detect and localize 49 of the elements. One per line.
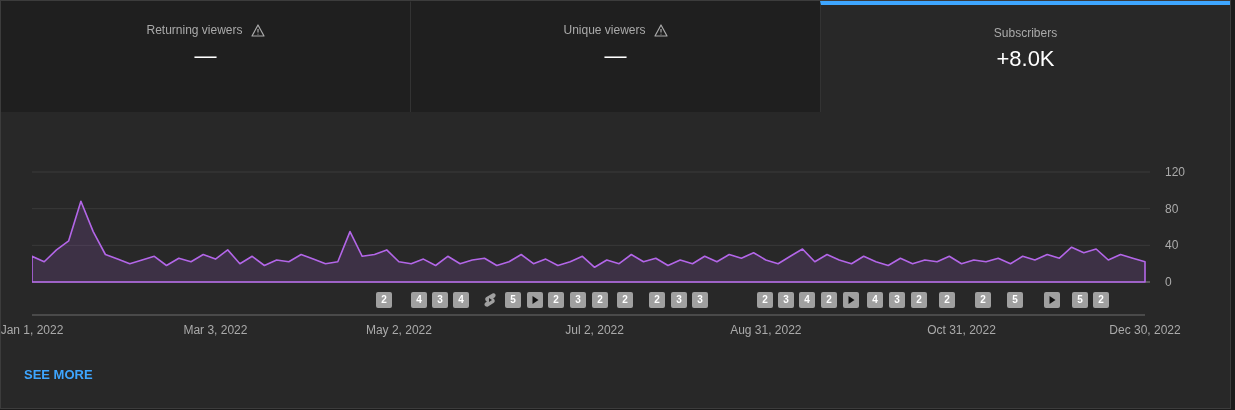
play-icon[interactable] (843, 292, 859, 308)
count-badge[interactable]: 3 (570, 292, 586, 308)
metric-tab[interactable]: Subscribers +8.0K (820, 1, 1230, 112)
count-badge[interactable]: 2 (649, 292, 665, 308)
count-badge[interactable]: 2 (911, 292, 927, 308)
metric-tab[interactable]: Unique viewers — (410, 1, 820, 112)
metric-tab[interactable]: Returning viewers — (1, 1, 410, 112)
count-badge[interactable]: 3 (432, 292, 448, 308)
count-badge[interactable]: 4 (867, 292, 883, 308)
play-icon[interactable] (1044, 292, 1060, 308)
count-badge[interactable]: 2 (975, 292, 991, 308)
count-badge[interactable]: 4 (411, 292, 427, 308)
metric-value: — (604, 42, 627, 70)
count-badge[interactable]: 3 (692, 292, 708, 308)
count-badge[interactable]: 3 (671, 292, 687, 308)
y-tick-label: 0 (1165, 275, 1172, 288)
count-badge[interactable]: 4 (799, 292, 815, 308)
metric-value: — (194, 42, 217, 70)
y-tick-label: 120 (1165, 165, 1186, 179)
x-tick-label: Jan 1, 2022 (0, 322, 64, 339)
x-tick-label: May 2, 2022 (365, 322, 432, 339)
count-badge[interactable]: 2 (1093, 292, 1109, 308)
count-badge[interactable]: 5 (505, 292, 521, 308)
y-tick-label: 80 (1165, 201, 1179, 216)
count-badge[interactable]: 2 (617, 292, 633, 308)
count-badge[interactable]: 3 (778, 292, 794, 308)
count-badge[interactable]: 2 (592, 292, 608, 308)
x-tick-label: Dec 30, 2022 (1109, 322, 1181, 339)
count-badge[interactable]: 2 (548, 292, 564, 308)
shorts-icon[interactable] (482, 292, 498, 308)
metric-label: Subscribers (993, 25, 1058, 42)
x-tick-label: Aug 31, 2022 (730, 322, 802, 339)
x-tick-label: Mar 3, 2022 (183, 322, 248, 339)
metric-label: Unique viewers (563, 22, 646, 39)
count-badge[interactable]: 2 (821, 292, 837, 308)
count-badge[interactable]: 2 (376, 292, 392, 308)
x-tick-label: Jul 2, 2022 (565, 322, 624, 339)
count-badge[interactable]: 4 (453, 292, 469, 308)
play-icon[interactable] (527, 292, 543, 308)
count-badge[interactable]: 2 (939, 292, 955, 308)
y-tick-label: 40 (1165, 238, 1179, 253)
see-more-link[interactable]: SEE MORE (24, 365, 93, 385)
metric-label: Returning viewers (146, 22, 243, 39)
count-badge[interactable]: 5 (1007, 292, 1023, 308)
x-tick-label: Oct 31, 2022 (927, 322, 996, 339)
count-badge[interactable]: 3 (889, 292, 905, 308)
metric-value: +8.0K (996, 45, 1055, 73)
count-badge[interactable]: 2 (757, 292, 773, 308)
count-badge[interactable]: 5 (1072, 292, 1088, 308)
